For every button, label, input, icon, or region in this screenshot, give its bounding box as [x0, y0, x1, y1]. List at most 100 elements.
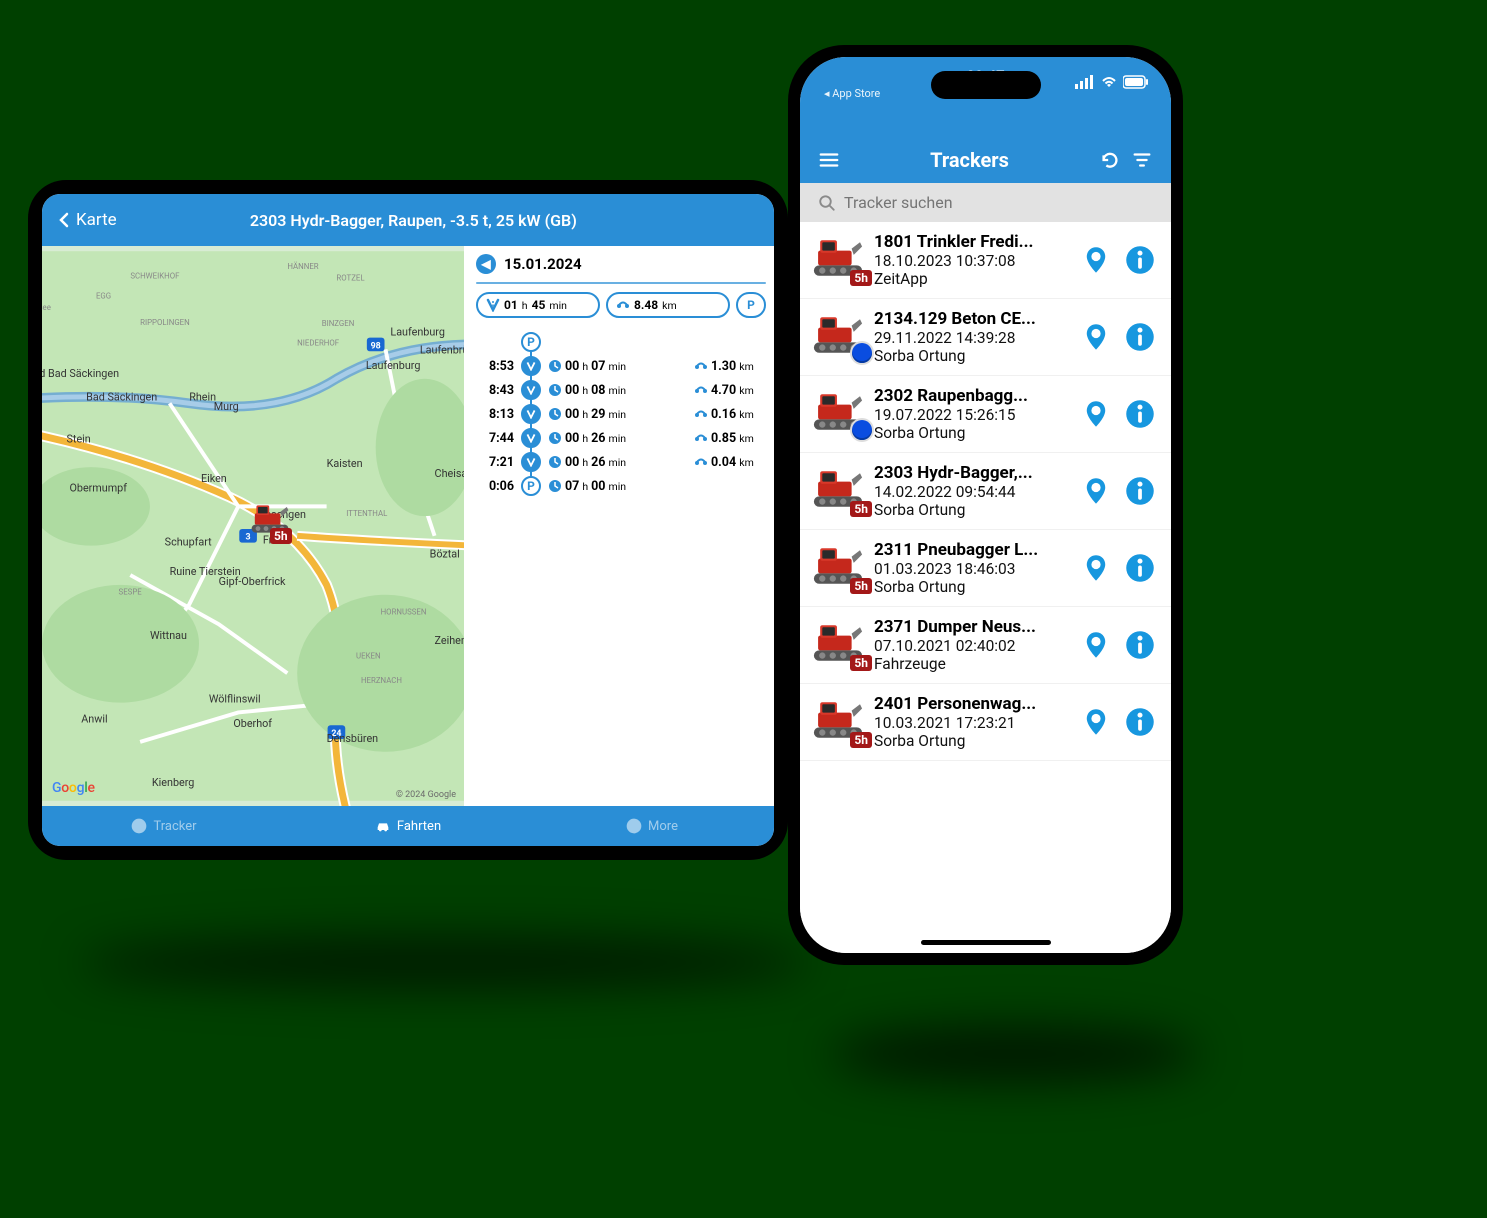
- locate-button[interactable]: [1081, 553, 1111, 583]
- tracker-item[interactable]: 2134.129 Beton CE... 29.11.2022 14:39:28…: [800, 299, 1171, 376]
- machine-icon: 5h: [810, 544, 866, 592]
- tracker-timestamp: 07.10.2021 02:40:02: [874, 637, 1073, 655]
- tracker-timestamp: 10.03.2021 17:23:21: [874, 714, 1073, 732]
- phone-screen: 09:47 ◂ App Store Trackers 5h 1801 Trink…: [800, 57, 1171, 953]
- tracker-item[interactable]: 5h 2371 Dumper Neus... 07.10.2021 02:40:…: [800, 607, 1171, 684]
- tracker-category: Sorba Ortung: [874, 578, 1073, 596]
- hours-badge: 5h: [850, 655, 872, 671]
- parking-icon: P: [521, 332, 541, 352]
- info-button[interactable]: [1125, 553, 1155, 583]
- summary-duration: 01h 45min: [476, 292, 600, 318]
- locate-button[interactable]: [1081, 476, 1111, 506]
- tracker-item[interactable]: 5h 2311 Pneubagger L... 01.03.2023 18:46…: [800, 530, 1171, 607]
- map-place-label: EGG: [96, 291, 111, 300]
- detail-date: 15.01.2024: [504, 255, 582, 273]
- map-place-label: HERZNACH: [361, 676, 402, 685]
- locate-button[interactable]: [1081, 630, 1111, 660]
- distance-icon: [694, 360, 708, 372]
- car-icon: [375, 818, 391, 834]
- map-place-label: RIPPOLINGEN: [140, 318, 190, 327]
- filter-icon[interactable]: [1131, 149, 1153, 171]
- distance-icon: [694, 384, 708, 396]
- timeline-distance: 1.30 km: [694, 359, 766, 374]
- map-place-label: Kaufland Bad Säckingen: [42, 367, 119, 380]
- locate-button[interactable]: [1081, 245, 1111, 275]
- map-place-label: Densbüren: [327, 732, 379, 745]
- home-indicator[interactable]: [921, 940, 1051, 945]
- search-icon: [818, 194, 836, 212]
- tracker-timestamp: 01.03.2023 18:46:03: [874, 560, 1073, 578]
- distance-icon: [694, 432, 708, 444]
- map-place-label: UEKEN: [356, 651, 381, 660]
- tracker-item[interactable]: 5h 2401 Personenwag... 10.03.2021 17:23:…: [800, 684, 1171, 761]
- back-button[interactable]: Karte: [56, 210, 117, 230]
- map-place-label: SESPE: [119, 588, 143, 597]
- timeline-duration: 07 h 00 min: [548, 479, 688, 494]
- timeline-row[interactable]: 8:13 00 h 29 min 0.16 km: [480, 404, 766, 424]
- tracker-category: Sorba Ortung: [874, 424, 1073, 442]
- timeline-row[interactable]: 0:06 P 07 h 00 min: [480, 476, 766, 496]
- tablet-header: Karte 2303 Hydr-Bagger, Raupen, -3.5 t, …: [42, 194, 774, 246]
- info-button[interactable]: [1125, 245, 1155, 275]
- beacon-badge: [852, 420, 872, 440]
- map-view[interactable]: 98324 HÄNNERSCHWEIKHOFROTZELEGGRIPPOLING…: [42, 246, 464, 806]
- locate-button[interactable]: [1081, 707, 1111, 737]
- timeline-distance: 0.85 km: [694, 431, 766, 446]
- clock-icon: [548, 407, 562, 421]
- phone-header: Trackers: [800, 137, 1171, 183]
- timeline-distance: 0.16 km: [694, 407, 766, 422]
- map-marker[interactable]: 5h: [250, 498, 290, 540]
- search-bar[interactable]: [800, 183, 1171, 222]
- map-place-label: SCHWEIKHOF: [130, 272, 180, 281]
- map-place-label: Murg: [214, 400, 239, 413]
- hours-badge: 5h: [850, 501, 872, 517]
- map-place-label: Böztal: [430, 547, 460, 560]
- timeline-row[interactable]: 8:53 00 h 07 min 1.30 km: [480, 356, 766, 376]
- tracker-timestamp: 29.11.2022 14:39:28: [874, 329, 1073, 347]
- machine-icon: 5h: [810, 236, 866, 284]
- map-place-label: Anwil: [81, 712, 107, 725]
- refresh-icon[interactable]: [1099, 149, 1121, 171]
- drive-icon: [521, 404, 541, 424]
- svg-text:98: 98: [371, 341, 381, 351]
- timeline-time: 8:13: [480, 407, 514, 422]
- search-input[interactable]: [844, 193, 1153, 212]
- info-button[interactable]: [1125, 322, 1155, 352]
- map-place-label: Laufenburg: [366, 359, 421, 372]
- locate-button[interactable]: [1081, 399, 1111, 429]
- tracker-item[interactable]: 2302 Raupenbagg... 19.07.2022 15:26:15 S…: [800, 376, 1171, 453]
- tab-fahrten[interactable]: Fahrten: [286, 806, 530, 846]
- header-title: Trackers: [850, 148, 1089, 172]
- timeline-row[interactable]: P: [480, 332, 766, 352]
- locate-button[interactable]: [1081, 322, 1111, 352]
- prev-day-button[interactable]: ◀: [476, 254, 496, 274]
- info-button[interactable]: [1125, 707, 1155, 737]
- beacon-badge: [852, 343, 872, 363]
- timeline-row[interactable]: 7:21 00 h 26 min 0.04 km: [480, 452, 766, 472]
- tracker-item[interactable]: 5h 2303 Hydr-Bagger,... 14.02.2022 09:54…: [800, 453, 1171, 530]
- map-place-label: Eiken: [201, 472, 227, 485]
- tablet-screen: Karte 2303 Hydr-Bagger, Raupen, -3.5 t, …: [42, 194, 774, 846]
- timeline-duration: 00 h 26 min: [548, 455, 688, 470]
- map-place-label: Kaisten: [327, 457, 363, 470]
- drive-icon: [521, 356, 541, 376]
- timeline-row[interactable]: 8:43 00 h 08 min 4.70 km: [480, 380, 766, 400]
- tracker-category: ZeitApp: [874, 270, 1073, 288]
- map-place-label: Cheisacherturm: [435, 467, 464, 480]
- timeline-duration: 00 h 07 min: [548, 359, 688, 374]
- info-button[interactable]: [1125, 630, 1155, 660]
- menu-icon[interactable]: [818, 149, 840, 171]
- trip-summary: 01h 45min 8.48km P: [476, 292, 766, 318]
- timeline-row[interactable]: 7:44 00 h 26 min 0.85 km: [480, 428, 766, 448]
- summary-parking: P: [736, 292, 766, 318]
- tracker-item[interactable]: 5h 1801 Trinkler Fredi... 18.10.2023 10:…: [800, 222, 1171, 299]
- phone-notch: [931, 71, 1041, 99]
- hours-badge: 5h: [850, 270, 872, 286]
- info-button[interactable]: [1125, 399, 1155, 429]
- page-title: 2303 Hydr-Bagger, Raupen, -3.5 t, 25 kW …: [117, 211, 710, 230]
- tab-tracker[interactable]: Tracker: [42, 806, 286, 846]
- tracker-list[interactable]: 5h 1801 Trinkler Fredi... 18.10.2023 10:…: [800, 222, 1171, 953]
- road-shield: 98: [367, 338, 385, 352]
- info-button[interactable]: [1125, 476, 1155, 506]
- tab-more[interactable]: More: [530, 806, 774, 846]
